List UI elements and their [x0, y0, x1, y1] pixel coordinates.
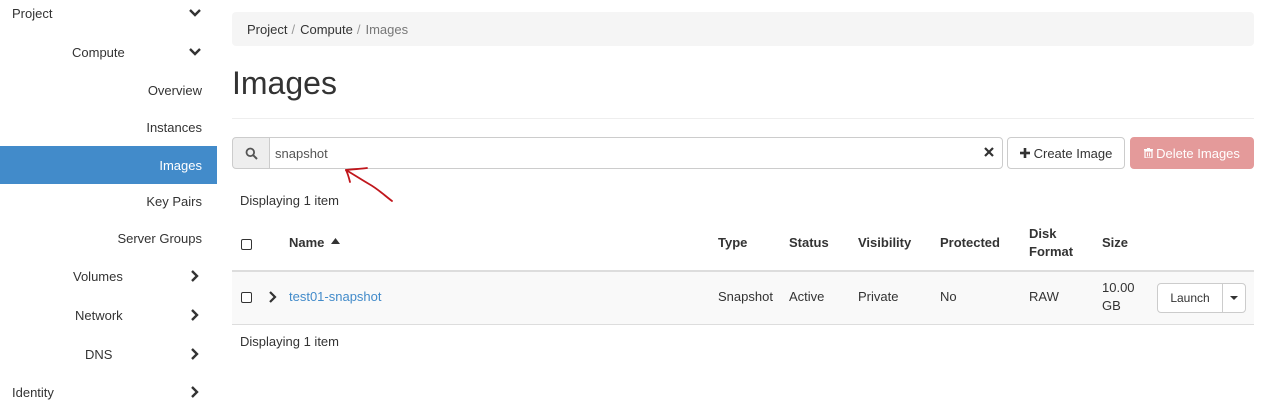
cell-visibility: Private	[858, 289, 899, 304]
chevron-down-icon	[189, 9, 201, 17]
delete-images-button[interactable]: Delete Images	[1130, 137, 1254, 169]
cell-size-value: 10.00	[1102, 280, 1135, 295]
column-header-disk-format-line1: Disk	[1029, 226, 1057, 241]
create-image-button[interactable]: Create Image	[1007, 137, 1125, 169]
breadcrumb-compute[interactable]: Compute	[300, 22, 353, 37]
cell-type: Snapshot	[718, 289, 773, 304]
chevron-right-icon	[191, 270, 199, 282]
sidebar-item-key-pairs[interactable]: Key Pairs	[0, 182, 217, 220]
chevron-right-icon	[191, 309, 199, 321]
item-count-bottom: Displaying 1 item	[240, 334, 339, 349]
sidebar-dns-label: DNS	[85, 346, 113, 362]
trash-icon	[1144, 148, 1154, 158]
breadcrumb-project[interactable]: Project	[247, 22, 287, 37]
delete-images-label: Delete Images	[1156, 145, 1240, 161]
select-all-checkbox[interactable]	[241, 239, 252, 250]
cell-status: Active	[789, 289, 825, 304]
column-header-disk-format-line2: Format	[1029, 244, 1074, 259]
sidebar-item-label: Overview	[147, 82, 202, 98]
close-icon[interactable]	[983, 146, 995, 158]
create-image-label: Create Image	[1033, 145, 1113, 161]
sidebar-item-instances[interactable]: Instances	[0, 108, 217, 146]
sidebar-project-label: Project	[12, 5, 53, 21]
sidebar-project[interactable]: Project	[0, 0, 217, 32]
chevron-right-icon	[191, 348, 199, 360]
sidebar-item-images[interactable]: Images	[0, 146, 217, 184]
sidebar-item-label: Server Groups	[117, 230, 202, 246]
caret-down-icon	[1230, 296, 1238, 300]
column-header-protected[interactable]: Protected	[940, 234, 1000, 252]
column-header-size[interactable]: Size	[1102, 234, 1128, 252]
column-header-visibility[interactable]: Visibility	[858, 234, 911, 252]
sidebar-compute-label: Compute	[72, 44, 125, 60]
sidebar-network[interactable]: Network	[0, 296, 217, 334]
sidebar-item-overview[interactable]: Overview	[0, 71, 217, 109]
chevron-right-icon[interactable]	[268, 290, 278, 304]
breadcrumb: Project / Compute / Images	[232, 12, 1254, 46]
breadcrumb-separator: /	[291, 21, 296, 37]
chevron-right-icon	[191, 386, 199, 398]
plus-icon	[1019, 148, 1030, 158]
sort-ascending-icon	[331, 238, 341, 244]
launch-button-group: Launch	[1157, 283, 1246, 313]
sidebar-item-server-groups[interactable]: Server Groups	[0, 219, 217, 257]
cell-protected: No	[940, 289, 957, 304]
sidebar-item-label: Images	[159, 157, 202, 173]
annotation-arrow-icon	[345, 167, 393, 202]
column-header-name[interactable]: Name	[289, 234, 341, 252]
cell-size-unit: GB	[1102, 298, 1121, 313]
row-actions-dropdown[interactable]	[1222, 283, 1246, 313]
sidebar-volumes[interactable]: Volumes	[0, 257, 217, 295]
sidebar-volumes-label: Volumes	[73, 268, 123, 284]
sidebar-compute[interactable]: Compute	[0, 33, 217, 71]
column-header-status[interactable]: Status	[789, 234, 829, 252]
row-checkbox[interactable]	[241, 292, 252, 303]
chevron-down-icon	[189, 48, 201, 56]
sidebar-item-label: Instances	[146, 119, 202, 135]
column-header-disk-format[interactable]: Disk Format	[1029, 225, 1073, 261]
sidebar-network-label: Network	[75, 307, 123, 323]
search-icon	[245, 147, 258, 160]
column-header-name-label: Name	[289, 235, 325, 250]
search-button[interactable]	[232, 137, 270, 169]
sidebar-dns[interactable]: DNS	[0, 335, 217, 373]
breadcrumb-separator: /	[356, 21, 361, 37]
launch-button[interactable]: Launch	[1157, 283, 1223, 313]
item-count-top: Displaying 1 item	[240, 193, 339, 208]
cell-size: 10.00 GB	[1102, 279, 1135, 315]
table-header: Name Type Status Visibility Protected Di…	[232, 218, 1254, 272]
breadcrumb-images: Images	[365, 21, 409, 37]
sidebar-identity-label: Identity	[12, 384, 54, 400]
column-header-type[interactable]: Type	[718, 234, 747, 252]
divider	[232, 118, 1254, 119]
page-title: Images	[232, 65, 337, 101]
sidebar-identity[interactable]: Identity	[0, 373, 217, 411]
sidebar-item-label: Key Pairs	[146, 193, 202, 209]
table-row: test01-snapshot Snapshot Active Private …	[232, 272, 1254, 325]
sidebar: Project Compute Overview Instances Image…	[0, 0, 217, 417]
cell-disk-format: RAW	[1029, 289, 1059, 304]
image-name-link[interactable]: test01-snapshot	[289, 288, 382, 306]
